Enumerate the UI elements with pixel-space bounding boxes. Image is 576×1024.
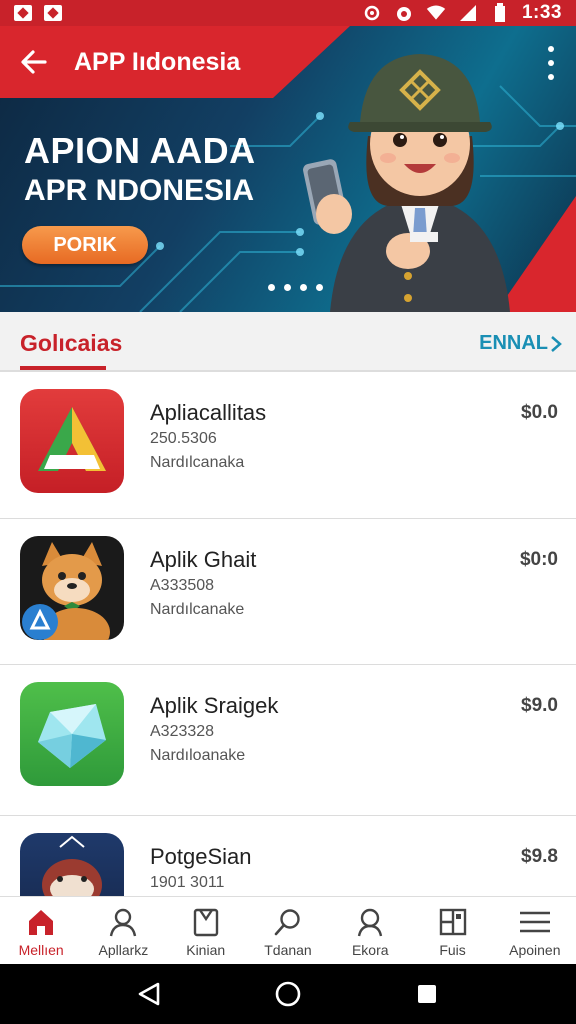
app-header: APP Iıdonesia xyxy=(0,26,576,98)
status-time: 1:33 xyxy=(521,2,562,23)
system-back-button[interactable] xyxy=(129,974,169,1014)
status-right: 1:33 xyxy=(362,2,562,24)
app-name: Apliacallitas xyxy=(150,400,267,425)
list-item[interactable]: Aplik Sraigek A323328 Nardıloanake $9.0 xyxy=(0,665,576,816)
system-navigation-bar xyxy=(0,964,576,1024)
page-title: APP Iıdonesia xyxy=(74,47,241,76)
more-options-button[interactable] xyxy=(544,46,558,80)
arrow-left-icon xyxy=(21,50,47,74)
search-icon xyxy=(271,905,305,939)
carousel-dot[interactable] xyxy=(316,284,323,291)
chevron-right-icon xyxy=(551,335,562,352)
app-name: PotgeSian xyxy=(150,844,252,869)
app-meta: A333508 xyxy=(150,577,215,594)
square-recents-icon xyxy=(417,985,436,1003)
app-icon-triangle xyxy=(20,389,124,493)
dot-icon xyxy=(548,60,554,66)
wifi-icon xyxy=(426,3,446,23)
status-bar: 1:33 xyxy=(0,0,576,26)
app-meta: 250.5306 xyxy=(150,430,217,447)
section-underline xyxy=(20,366,106,370)
list-item[interactable]: Apliacallitas 250.5306 Nardılcanaka $0.0 xyxy=(0,372,576,519)
see-all-link[interactable]: ENNAL xyxy=(479,332,562,355)
app-name: Aplik Sraigek xyxy=(150,693,279,718)
circle-home-icon xyxy=(275,981,301,1007)
app-price: $9.0 xyxy=(521,695,558,716)
carousel-indicator[interactable] xyxy=(268,284,323,291)
app-developer: Nardıloanake xyxy=(150,747,246,764)
dot-icon xyxy=(548,74,554,80)
banner-cta-button[interactable]: PORIK xyxy=(22,226,148,264)
triangle-back-icon xyxy=(139,982,160,1006)
home-icon xyxy=(24,905,58,939)
app-list: Apliacallitas 250.5306 Nardılcanaka $0.0 xyxy=(0,372,576,896)
gear-icon xyxy=(362,3,382,23)
app-screen: 1:33 APP Iıdonesia APION AADA APR NDONES… xyxy=(0,0,576,1024)
nav-item-ekora[interactable]: Ekora xyxy=(329,897,411,964)
see-all-label: ENNAL xyxy=(479,332,548,354)
status-left xyxy=(14,5,62,21)
person-icon xyxy=(106,905,140,939)
nav-label: Mellıen xyxy=(18,942,64,958)
nav-label: Kinian xyxy=(186,942,226,958)
app-icon-crystal xyxy=(20,682,124,786)
hero-banner[interactable]: APP Iıdonesia APION AADA APR NDONESIA PO… xyxy=(0,26,576,312)
list-item[interactable]: Aplik Ghait A333508 Nardılcanake $0:0 xyxy=(0,519,576,665)
dot-icon xyxy=(548,46,554,52)
nav-label: Ekora xyxy=(351,942,389,958)
signal-icon xyxy=(458,3,478,23)
app-developer: Nardılcanaka xyxy=(150,454,245,471)
nav-label: Tdanan xyxy=(264,942,312,958)
nav-item-home[interactable]: Mellıen xyxy=(0,897,82,964)
app-price: $0.0 xyxy=(521,402,558,423)
bookmark-icon xyxy=(189,905,223,939)
bottom-navigation: Mellıen Apllarkz Kinian Tdanan Ekora Fui… xyxy=(0,896,576,964)
section-title[interactable]: Golıcaias xyxy=(20,330,122,357)
alarm-icon xyxy=(394,3,414,23)
app-developer: Nardılcanake xyxy=(150,601,245,618)
back-button[interactable] xyxy=(4,32,64,92)
nav-item-kinian[interactable]: Kinian xyxy=(165,897,247,964)
system-home-button[interactable] xyxy=(268,974,308,1014)
app-meta: 1901 3011 xyxy=(150,874,225,891)
app-meta: A323328 xyxy=(150,723,215,740)
carousel-dot[interactable] xyxy=(300,284,307,291)
system-recents-button[interactable] xyxy=(407,974,447,1014)
battery-icon xyxy=(490,3,510,23)
carousel-dot[interactable] xyxy=(284,284,291,291)
nav-label: Apoinen xyxy=(509,942,561,958)
nav-item-apps[interactable]: Apllarkz xyxy=(82,897,164,964)
section-header: Golıcaias ENNAL xyxy=(0,312,576,372)
banner-headline: APION AADA xyxy=(24,130,256,171)
app-price: $9.8 xyxy=(521,846,558,867)
app-price: $0:0 xyxy=(519,549,558,570)
banner-subhead: APR NDONESIA xyxy=(24,174,255,207)
notification-icon-2 xyxy=(44,5,62,21)
nav-item-fuis[interactable]: Fuis xyxy=(411,897,493,964)
app-icon-character xyxy=(20,833,124,896)
notification-icon xyxy=(14,5,32,21)
menu-icon xyxy=(518,905,552,939)
app-name: Aplik Ghait xyxy=(150,547,257,572)
nav-label: Fuis xyxy=(439,942,466,958)
grid-icon xyxy=(436,905,470,939)
nav-item-menu[interactable]: Apoinen xyxy=(494,897,576,964)
profile-icon xyxy=(353,905,387,939)
list-item[interactable]: PotgeSian 1901 3011 $9.8 xyxy=(0,816,576,896)
nav-label: Apllarkz xyxy=(98,942,149,958)
carousel-dot[interactable] xyxy=(268,284,275,291)
nav-item-search[interactable]: Tdanan xyxy=(247,897,329,964)
app-icon-fox xyxy=(20,536,124,640)
